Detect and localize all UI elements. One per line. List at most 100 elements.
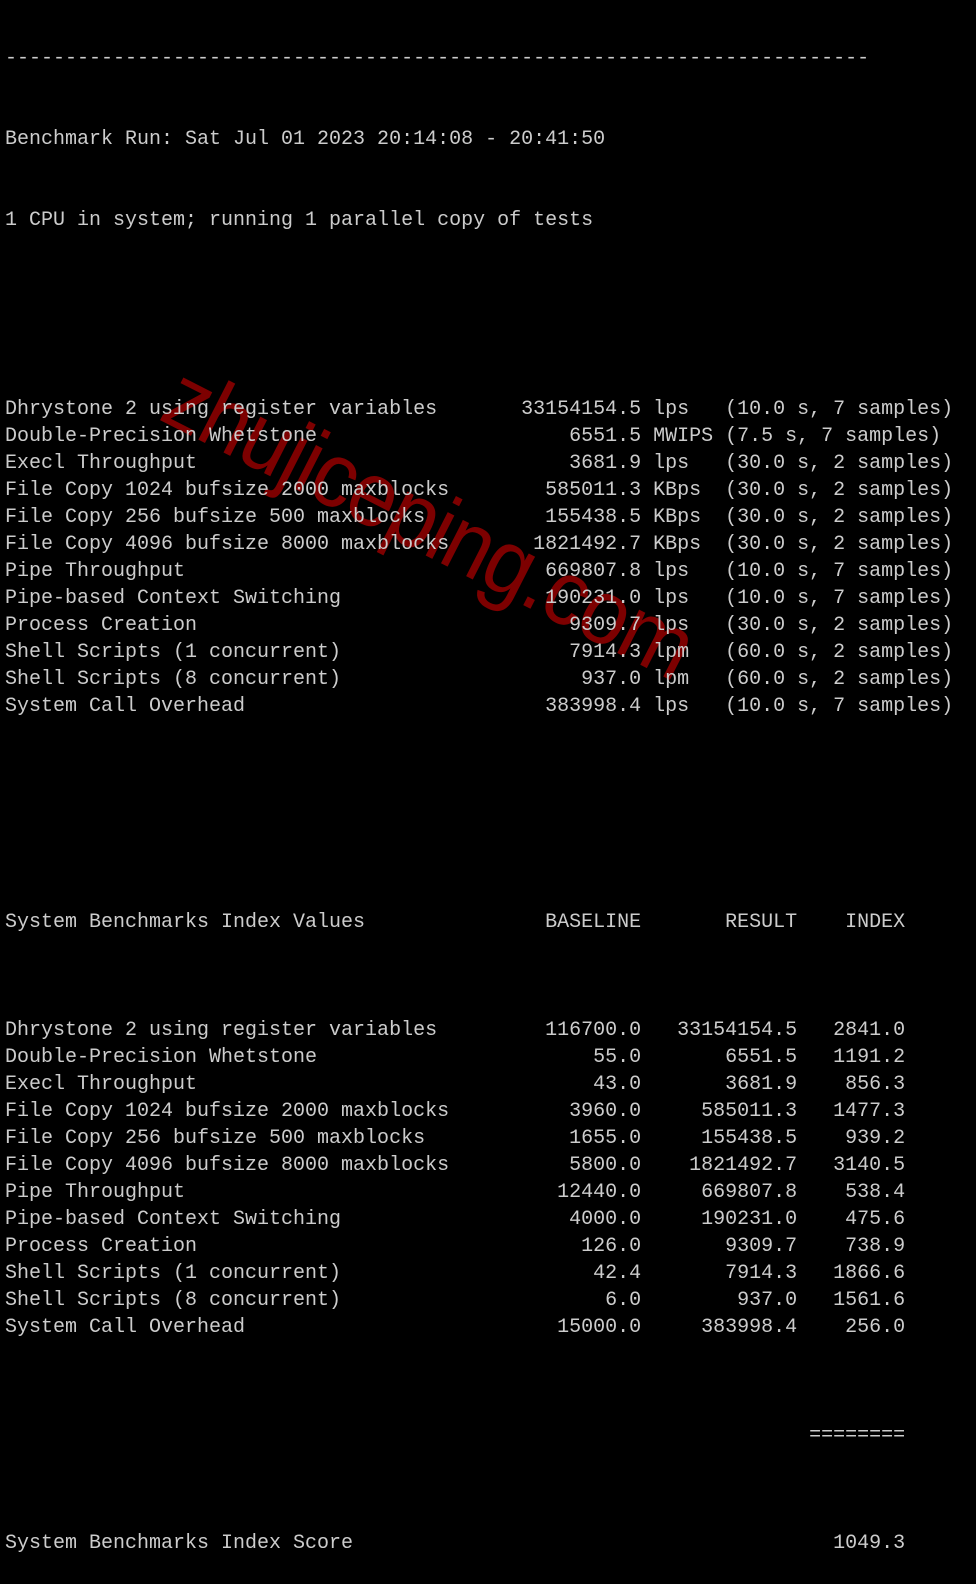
- result-value: 669807.8: [701, 1181, 798, 1204]
- test-detail: (10.0 s, 7 samples): [725, 560, 954, 583]
- index-value: 1191.2: [833, 1046, 906, 1069]
- result-value: 383998.4: [701, 1316, 798, 1339]
- index-test-name: Pipe Throughput: [5, 1181, 186, 1204]
- index-row: Double-Precision Whetstone 55.0 6551.5 1191…: [5, 1044, 953, 1071]
- test-name: Pipe Throughput: [5, 560, 186, 583]
- test-detail: (60.0 s, 2 samples): [725, 641, 954, 664]
- result-value: 33154154.5: [677, 1019, 798, 1042]
- index-header-title: System Benchmarks Index Values: [5, 911, 366, 934]
- index-test-name: Execl Throughput: [5, 1073, 198, 1096]
- result-row: Process Creation 9309.7 lps (30.0 s, 2 samp…: [5, 612, 953, 639]
- result-column-header: RESULT: [725, 911, 798, 934]
- test-name: Shell Scripts (8 concurrent): [5, 668, 342, 691]
- benchmark-run-line: Benchmark Run: Sat Jul 01 2023 20:14:08 …: [5, 128, 606, 151]
- result-row: Double-Precision Whetstone 6551.5 MWIPS (7.…: [5, 423, 953, 450]
- test-name: Execl Throughput: [5, 452, 198, 475]
- baseline-value: 5800.0: [569, 1154, 642, 1177]
- test-value: 7914.3: [569, 641, 642, 664]
- index-row: System Call Overhead 15000.0 383998.4 256.0: [5, 1314, 953, 1341]
- result-value: 155438.5: [701, 1127, 798, 1150]
- score-label: System Benchmarks Index Score: [5, 1532, 354, 1555]
- index-test-name: Dhrystone 2 using register variables: [5, 1019, 438, 1042]
- score-row: System Benchmarks Index Score 1049.3: [5, 1530, 953, 1557]
- test-name: Process Creation: [5, 614, 198, 637]
- index-row: Shell Scripts (1 concurrent) 42.4 7914.3 18…: [5, 1260, 953, 1287]
- index-value: 939.2: [845, 1127, 906, 1150]
- test-unit: KBps: [653, 479, 702, 502]
- test-detail: (30.0 s, 2 samples): [725, 533, 954, 556]
- test-detail: (10.0 s, 7 samples): [725, 587, 954, 610]
- index-value: 538.4: [845, 1181, 906, 1204]
- test-name: Pipe-based Context Switching: [5, 587, 342, 610]
- index-test-name: System Call Overhead: [5, 1316, 246, 1339]
- test-unit: lps: [653, 587, 690, 610]
- index-row: Execl Throughput 43.0 3681.9 856.3: [5, 1071, 953, 1098]
- test-unit: lps: [653, 560, 690, 583]
- result-value: 6551.5: [725, 1046, 798, 1069]
- test-value: 190231.0: [545, 587, 642, 610]
- result-row: File Copy 256 bufsize 500 maxblocks 15543…: [5, 504, 953, 531]
- test-value: 937.0: [581, 668, 642, 691]
- baseline-column-header: BASELINE: [545, 911, 642, 934]
- index-test-name: Shell Scripts (8 concurrent): [5, 1289, 342, 1312]
- test-unit: MWIPS: [653, 425, 714, 448]
- index-test-name: Process Creation: [5, 1235, 198, 1258]
- score-rule-row: ========: [5, 1422, 953, 1449]
- index-value: 1866.6: [833, 1262, 906, 1285]
- score-value: 1049.3: [833, 1532, 906, 1555]
- index-test-name: File Copy 256 bufsize 500 maxblocks: [5, 1127, 426, 1150]
- test-name: File Copy 256 bufsize 500 maxblocks: [5, 506, 426, 529]
- baseline-value: 43.0: [593, 1073, 642, 1096]
- index-column-header: INDEX: [845, 911, 906, 934]
- index-test-name: File Copy 4096 bufsize 8000 maxblocks: [5, 1154, 450, 1177]
- test-value: 33154154.5: [521, 398, 642, 421]
- test-unit: KBps: [653, 533, 702, 556]
- separator-line: ----------------------------------------…: [5, 47, 870, 70]
- result-value: 7914.3: [725, 1262, 798, 1285]
- test-value: 383998.4: [545, 695, 642, 718]
- result-row: Shell Scripts (8 concurrent) 937.0 lpm (60.…: [5, 666, 953, 693]
- result-row: Shell Scripts (1 concurrent) 7914.3 lpm (60…: [5, 639, 953, 666]
- baseline-value: 42.4: [593, 1262, 642, 1285]
- baseline-value: 6.0: [605, 1289, 642, 1312]
- index-value: 2841.0: [833, 1019, 906, 1042]
- result-row: File Copy 4096 bufsize 8000 maxblocks 182…: [5, 531, 953, 558]
- test-name: Dhrystone 2 using register variables: [5, 398, 438, 421]
- result-row: Pipe-based Context Switching 190231.0 lps (…: [5, 585, 953, 612]
- baseline-value: 15000.0: [557, 1316, 642, 1339]
- test-detail: (10.0 s, 7 samples): [725, 695, 954, 718]
- index-value: 738.9: [845, 1235, 906, 1258]
- index-row: File Copy 4096 bufsize 8000 maxblocks 580…: [5, 1152, 953, 1179]
- index-row: Pipe Throughput 12440.0 669807.8 538.4: [5, 1179, 953, 1206]
- test-unit: lps: [653, 452, 690, 475]
- result-row: Execl Throughput 3681.9 lps (30.0 s, 2 samp…: [5, 450, 953, 477]
- test-detail: (30.0 s, 2 samples): [725, 506, 954, 529]
- test-detail: (10.0 s, 7 samples): [725, 398, 954, 421]
- test-detail: (7.5 s, 7 samples): [725, 425, 942, 448]
- index-row: Process Creation 126.0 9309.7 738.9: [5, 1233, 953, 1260]
- test-value: 1821492.7: [533, 533, 642, 556]
- result-value: 3681.9: [725, 1073, 798, 1096]
- test-value: 6551.5: [569, 425, 642, 448]
- test-value: 155438.5: [545, 506, 642, 529]
- index-row: Dhrystone 2 using register variables 1167…: [5, 1017, 953, 1044]
- result-value: 190231.0: [701, 1208, 798, 1231]
- test-name: File Copy 4096 bufsize 8000 maxblocks: [5, 533, 450, 556]
- index-test-name: File Copy 1024 bufsize 2000 maxblocks: [5, 1100, 450, 1123]
- index-header-row: System Benchmarks Index Values BASELINE RE…: [5, 909, 953, 936]
- baseline-value: 3960.0: [569, 1100, 642, 1123]
- test-name: File Copy 1024 bufsize 2000 maxblocks: [5, 479, 450, 502]
- test-value: 669807.8: [545, 560, 642, 583]
- baseline-value: 1655.0: [569, 1127, 642, 1150]
- result-row: Dhrystone 2 using register variables 3315…: [5, 396, 953, 423]
- result-value: 9309.7: [725, 1235, 798, 1258]
- terminal-output[interactable]: ----------------------------------------…: [5, 0, 953, 1584]
- baseline-value: 116700.0: [545, 1019, 642, 1042]
- test-unit: lpm: [653, 668, 690, 691]
- index-test-name: Shell Scripts (1 concurrent): [5, 1262, 342, 1285]
- test-name: System Call Overhead: [5, 695, 246, 718]
- test-unit: lps: [653, 614, 690, 637]
- result-row: File Copy 1024 bufsize 2000 maxblocks 585…: [5, 477, 953, 504]
